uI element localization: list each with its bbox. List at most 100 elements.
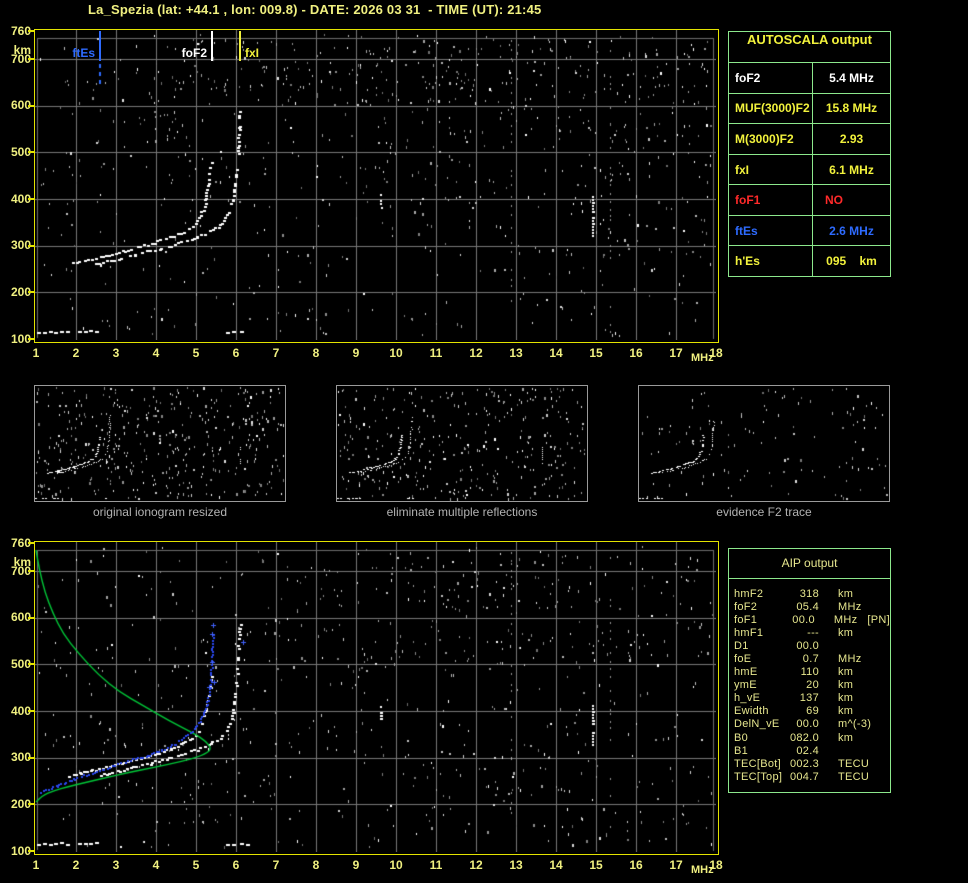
x-tick-label-11: 11 [429,858,443,872]
aip-param-value: 00.0 [796,639,819,652]
aip-param-name: B1 [734,744,749,757]
fof2-marker-line [211,31,213,61]
y-tick-label-200: 200 [10,284,31,299]
y-tick-mark-760 [28,542,34,544]
autoscala-param-value: 5.4 MHz [829,70,874,85]
aip-param-name: B0 [734,731,749,744]
x-tick-label-7: 7 [272,346,280,360]
x-tick-label-5: 5 [192,346,200,360]
x-tick-label-8: 8 [312,346,320,360]
aip-param-value: 05.4 [796,600,819,613]
aip-param-value: 082.0 [789,731,819,744]
y-tick-label-300: 300 [10,750,31,765]
y-tick-label-760: 760 [10,535,31,550]
autoscala-row-fxi: fxI 6.1 MHz [729,154,890,186]
autoscala-param-label: foF2 [729,63,813,93]
x-tick-label-1: 1 [32,346,40,360]
profile-plot-canvas [35,542,716,852]
aip-param-value: 110 [800,666,819,679]
y-tick-label-100: 100 [10,331,31,346]
x-axis-unit-label: MHz [691,352,714,364]
autoscala-row-ftes: ftEs 2.6 MHz [729,215,890,247]
x-tick-label-14: 14 [549,346,563,360]
aip-row-hmf2: hmF2 318 km [729,587,890,600]
aip-table-body: hmF2 318 km foF2 05.4 MHz foF1 00.0 MHz [PN] hmF1 -… [729,579,890,783]
aip-param-unit: km [838,731,854,744]
aip-param-value: 00.0 [796,718,819,731]
x-tick-label-9: 9 [352,346,360,360]
aip-param-name: h_vE [734,692,761,705]
y-tick-label-600: 600 [10,610,31,625]
x-tick-label-4: 4 [152,346,160,360]
autoscala-param-value: NO [825,193,843,208]
x-tick-label-12: 12 [469,858,483,872]
thumbnail-eliminate-canvas [337,386,587,501]
y-tick-mark-500 [28,151,34,154]
y-tick-mark-300 [28,756,34,759]
x-tick-label-17: 17 [669,346,683,360]
autoscala-row-fof1: foF1 NO [729,185,890,216]
aip-param-name: hmF2 [734,587,764,600]
y-tick-mark-700 [28,570,34,572]
autoscala-param-label: M(3000)F2 [729,124,813,154]
y-tick-mark-760 [28,30,34,32]
aip-param-name: TEC[Bot] [734,757,782,770]
autoscala-param-value: 095 km [826,254,877,269]
aip-row-b0: B0 082.0 km [729,731,890,744]
aip-param-value: 20 [806,679,819,692]
x-tick-label-3: 3 [112,858,120,872]
aip-param-unit: km [838,705,854,718]
fof2-marker-label: foF2 [181,46,207,60]
autoscala-viewer: La_Spezia (lat: +44.1 , lon: 009.8) - DA… [0,0,968,883]
y-tick-label-500: 500 [10,656,31,671]
thumbnail-original-ionogram [34,385,286,502]
autoscala-row-m3000f2: M(3000)F2 2.93 [729,124,890,155]
x-tick-label-13: 13 [509,858,523,872]
aip-param-unit: TECU [838,770,870,783]
x-tick-label-2: 2 [72,346,80,360]
thumbnail-caption-evidence: evidence F2 trace [716,505,812,519]
autoscala-param-value: 2.6 MHz [829,223,874,238]
y-tick-mark-600 [28,616,34,619]
station-title: La_Spezia (lat: +44.1 , lon: 009.8) - DA… [88,2,542,17]
autoscala-param-label: fxI [729,154,813,185]
ftes-marker-label: ftEs [72,46,95,60]
aip-param-unit: km [838,679,854,692]
thumbnail-eliminate-reflections [336,385,588,502]
aip-param-value: 137 [799,692,819,705]
y-tick-label-400: 400 [10,703,31,718]
fxi-marker-label: fxI [245,46,260,60]
aip-param-unit: km [838,626,854,639]
y-tick-label-600: 600 [10,98,31,113]
x-tick-label-16: 16 [629,858,643,872]
y-tick-label-760: 760 [10,23,31,38]
aip-row-tecbot: TEC[Bot] 002.3 TECU [729,757,890,770]
aip-param-value: 00.0 [792,613,815,626]
y-axis-unit-label: km [13,43,31,57]
aip-row-fof1: foF1 00.0 MHz [PN] [729,613,890,626]
y-tick-label-100: 100 [10,843,31,858]
autoscala-table-header: AUTOSCALA output [729,32,890,63]
aip-param-unit: MHz [838,653,862,666]
aip-row-fof2: foF2 05.4 MHz [729,600,890,613]
y-tick-mark-200 [28,291,34,294]
y-tick-mark-100 [28,850,34,852]
x-tick-label-1: 1 [32,858,40,872]
y-tick-label-200: 200 [10,796,31,811]
thumbnail-original-canvas [35,386,285,501]
aip-param-value: 69 [806,705,819,718]
aip-param-value: 004.7 [789,770,819,783]
aip-param-value: 02.4 [796,744,819,757]
y-tick-label-300: 300 [10,238,31,253]
autoscala-row-fof2: foF2 5.4 MHz [729,63,890,94]
aip-param-unit: km [838,666,854,679]
x-tick-label-10: 10 [389,858,403,872]
x-tick-label-12: 12 [469,346,483,360]
autoscala-param-value: 2.93 [839,131,864,146]
y-tick-mark-200 [28,803,34,806]
aip-param-unit: MHz [833,613,858,626]
aip-param-value: 002.3 [789,757,819,770]
y-tick-mark-500 [28,663,34,666]
aip-param-unit: km [838,692,854,705]
x-tick-label-9: 9 [352,858,360,872]
